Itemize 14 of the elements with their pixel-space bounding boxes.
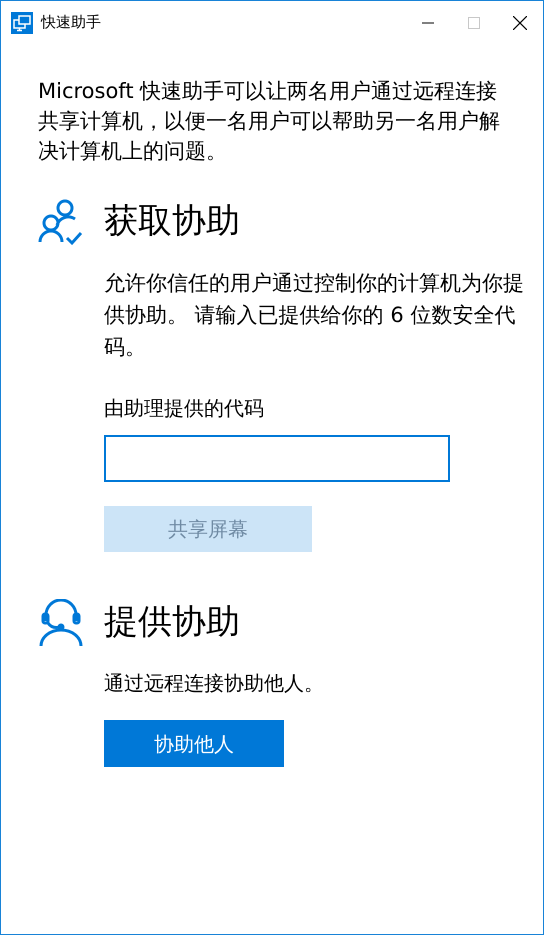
help-others-button[interactable]: 协助他人 [104,720,284,767]
section-heading: 获取协助 [104,200,240,243]
section-description: 通过远程连接协助他人。 [104,670,325,697]
maximize-icon [468,16,480,28]
intro-text: Microsoft 快速助手可以让两名用户通过远程连接共享计算机，以便一名用户可以帮助另一名用户解决计算机上的问题。 [38,78,501,165]
close-icon [513,16,527,30]
window-title: 快速助手 [41,12,101,34]
minimize-icon [422,22,434,24]
headset-person-icon [38,598,84,646]
code-input-field[interactable] [104,435,450,482]
app-icon [11,12,33,34]
section-description: 允许你信任的用户通过控制你的计算机为你提供协助。 请输入已提供给你的 6 位数安全代码。 [104,270,525,361]
section-heading: 提供协助 [104,601,240,644]
field-label: 由助理提供的代码 [104,395,265,422]
